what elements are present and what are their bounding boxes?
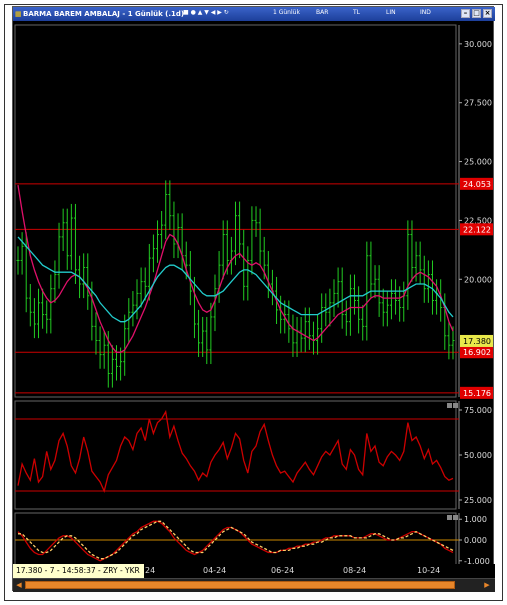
minimize-icon[interactable]: – xyxy=(461,9,470,18)
close-icon[interactable]: × xyxy=(483,9,492,18)
last-price-label: 17.380 xyxy=(463,337,491,346)
y-tick-label: 0.000 xyxy=(464,536,487,545)
panel-control-icon xyxy=(453,403,458,408)
x-tick-label: 10-24 xyxy=(417,566,441,575)
toolbar-bar[interactable]: BAR xyxy=(316,9,328,19)
chart-area[interactable]: 30.00027.50025.00022.50020.00024.05322.1… xyxy=(13,21,495,564)
toolbar-ind[interactable]: IND xyxy=(420,9,431,19)
y-tick-label: 50.000 xyxy=(464,451,492,460)
level-label: 22.122 xyxy=(463,225,491,234)
y-tick-label: 25.000 xyxy=(464,158,492,167)
panel-control-icon xyxy=(447,403,452,408)
y-tick-label: 1.000 xyxy=(464,515,487,524)
x-tick-label: 24 xyxy=(145,566,156,575)
status-text: 17.380 - 7 - 14:58:37 - ZRY - YKR xyxy=(13,564,144,578)
toolbar-lin[interactable]: LIN xyxy=(386,9,396,19)
level-label: 24.053 xyxy=(463,180,491,189)
horizontal-scrollbar[interactable]: ◀ ▶ xyxy=(13,578,495,592)
chart-app-icon: ▦ xyxy=(15,10,22,18)
toolbar-tl[interactable]: TL xyxy=(353,9,360,19)
toolbar-period[interactable]: 1 Günlük xyxy=(273,9,300,19)
window-title: BARMA BAREM AMBALAJ - 1 Günlük (.1d) xyxy=(23,10,185,18)
toolbar-icons[interactable]: ■ ● ▲ ▼ ◀ ▶ ↻ xyxy=(183,9,229,19)
status-bar: 17.380 - 7 - 14:58:37 - ZRY - YKR 24 04-2… xyxy=(13,564,495,578)
maximize-icon[interactable]: □ xyxy=(472,9,481,18)
panel-control-icon xyxy=(453,515,458,520)
y-tick-label: -1.000 xyxy=(464,557,490,564)
scroll-right-icon[interactable]: ▶ xyxy=(483,581,491,589)
y-tick-label: 30.000 xyxy=(464,40,492,49)
panel-frame-oscillator xyxy=(14,400,457,510)
x-tick-label: 06-24 xyxy=(271,566,295,575)
x-tick-label: 04-24 xyxy=(203,566,227,575)
y-tick-label: 25.000 xyxy=(464,496,492,505)
title-bar: ▦ BARMA BAREM AMBALAJ - 1 Günlük (.1d) ■… xyxy=(13,7,495,21)
level-label: 15.176 xyxy=(463,389,491,398)
x-tick-label: 08-24 xyxy=(343,566,367,575)
chart-window: ▦ BARMA BAREM AMBALAJ - 1 Günlük (.1d) ■… xyxy=(12,6,495,592)
scroll-thumb[interactable] xyxy=(25,581,455,589)
y-tick-label: 27.500 xyxy=(464,99,492,108)
y-tick-label: 20.000 xyxy=(464,275,492,284)
panel-control-icon xyxy=(447,515,452,520)
y-tick-label: 75.000 xyxy=(464,406,492,415)
scroll-left-icon[interactable]: ◀ xyxy=(15,581,23,589)
level-label: 16.902 xyxy=(463,348,491,357)
